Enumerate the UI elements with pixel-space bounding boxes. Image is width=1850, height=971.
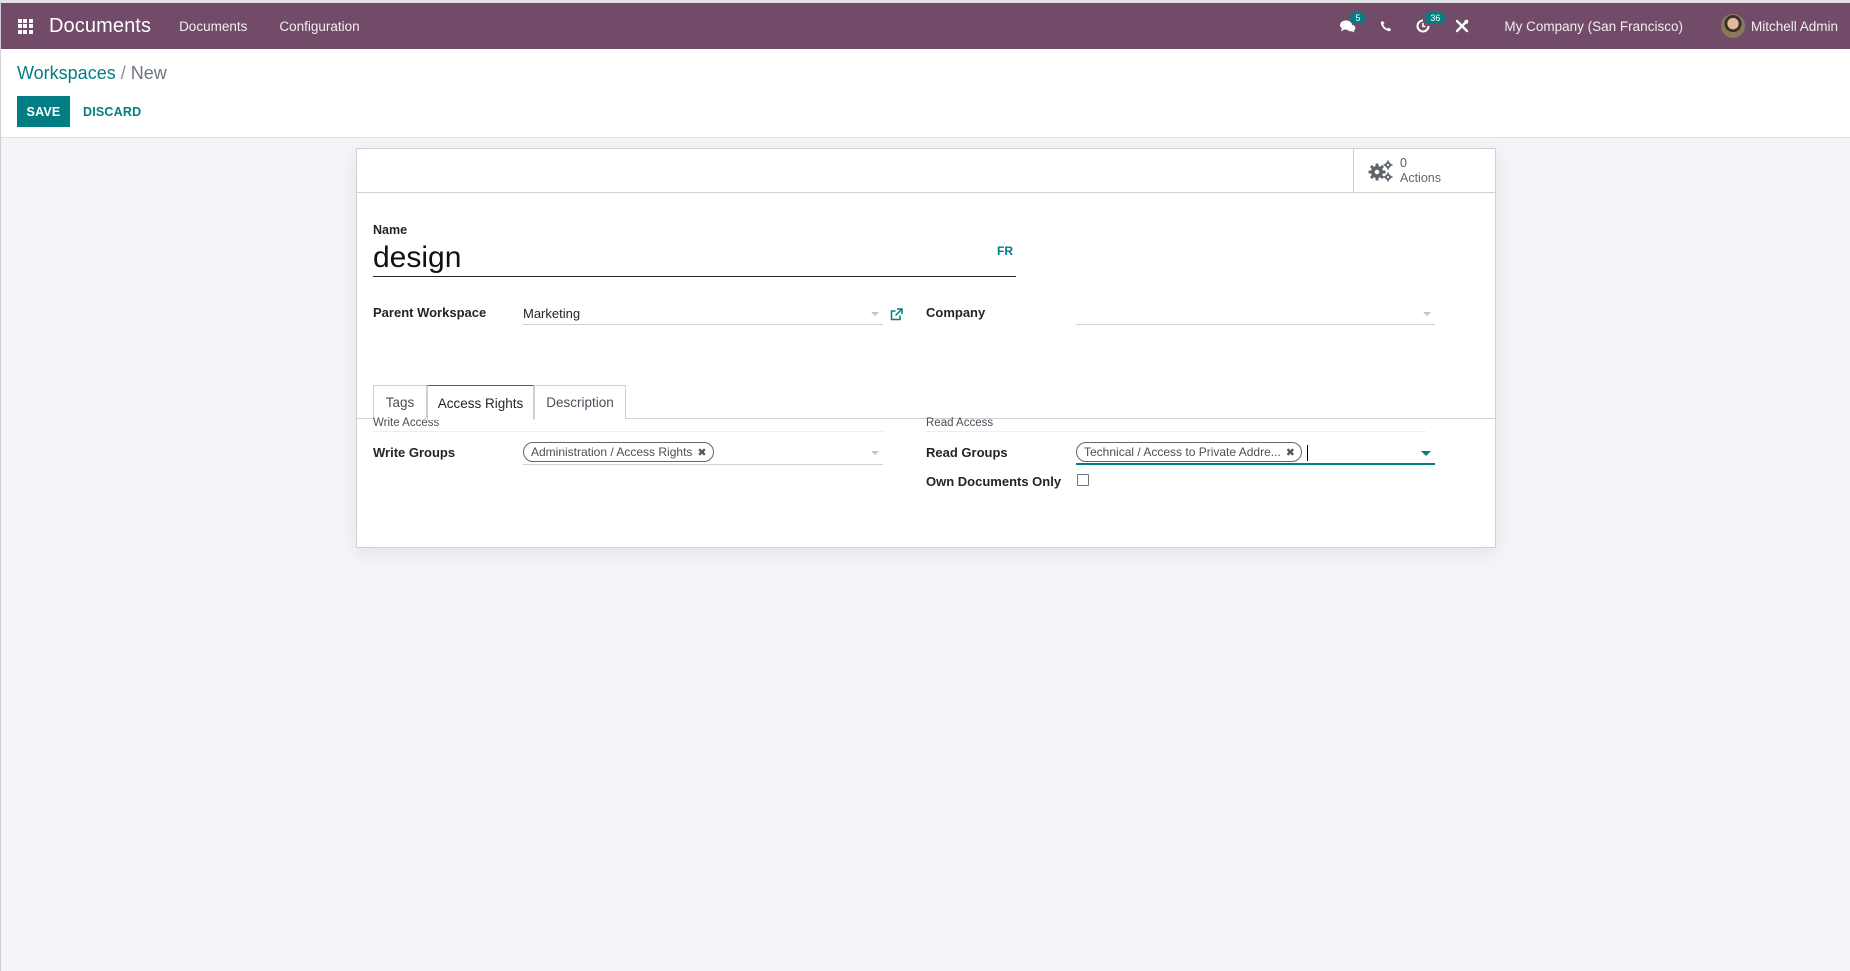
apps-menu-button[interactable] [1, 3, 49, 49]
read-group-tag-label: Technical / Access to Private Addre... [1084, 445, 1281, 459]
write-group-tag: Administration / Access Rights ✖ [523, 442, 714, 462]
breadcrumb-workspaces[interactable]: Workspaces [17, 63, 116, 83]
save-button[interactable]: SAVE [17, 96, 70, 127]
menu-documents[interactable]: Documents [179, 19, 247, 34]
read-groups-label: Read Groups [926, 445, 1008, 460]
write-group-tag-label: Administration / Access Rights [531, 445, 693, 459]
name-label: Name [373, 223, 408, 237]
breadcrumb-current: New [130, 63, 167, 83]
text-cursor [1307, 445, 1308, 461]
write-groups-field[interactable]: Administration / Access Rights ✖ [523, 442, 883, 465]
company-switcher[interactable]: My Company (San Francisco) [1504, 19, 1683, 34]
tab-access-rights[interactable]: Access Rights [427, 385, 534, 420]
translate-button[interactable]: FR [997, 244, 1013, 258]
company-field[interactable] [1076, 303, 1435, 325]
read-groups-field[interactable]: Technical / Access to Private Addre... ✖ [1076, 442, 1435, 465]
dropdown-caret-icon[interactable] [871, 312, 879, 316]
messages-count-badge: 5 [1350, 12, 1366, 24]
actions-stat-button[interactable]: 0 Actions [1353, 149, 1495, 193]
own-documents-checkbox[interactable] [1077, 474, 1089, 486]
activities-menu[interactable]: 36 [1404, 3, 1446, 49]
form-sheet: 0 Actions Name FR Parent Workspace Marke… [356, 148, 1496, 548]
gears-icon [1368, 160, 1393, 182]
user-name: Mitchell Admin [1750, 18, 1838, 34]
parent-workspace-label: Parent Workspace [373, 305, 487, 320]
phone-menu[interactable] [1368, 3, 1404, 49]
breadcrumb-separator: / [120, 63, 126, 83]
parent-workspace-field[interactable]: Marketing [523, 303, 883, 325]
name-input[interactable] [373, 240, 1016, 277]
app-name[interactable]: Documents [49, 15, 151, 38]
button-box: 0 Actions [357, 149, 1495, 193]
read-access-title: Read Access [926, 417, 1426, 432]
user-menu[interactable]: Mitchell Admin [1720, 14, 1838, 38]
read-group-tag: Technical / Access to Private Addre... ✖ [1076, 442, 1302, 462]
parent-workspace-value: Marketing [523, 306, 581, 321]
notebook-tabs: Tags Access Rights Description [357, 385, 1495, 420]
top-navbar: Documents Documents Configuration 5 36 M… [1, 3, 1850, 49]
actions-count: 0 [1400, 156, 1407, 170]
phone-icon [1381, 20, 1392, 32]
breadcrumb: Workspaces / New [17, 63, 167, 84]
messaging-menu[interactable]: 5 [1328, 3, 1368, 49]
write-groups-label: Write Groups [373, 445, 456, 460]
user-avatar [1720, 14, 1745, 38]
control-panel: Workspaces / New SAVE DISCARD [1, 49, 1850, 138]
company-label: Company [926, 305, 986, 320]
tools-icon [1456, 19, 1469, 33]
apps-grid-icon [17, 18, 33, 34]
discard-button[interactable]: DISCARD [74, 96, 150, 127]
tab-description[interactable]: Description [534, 385, 626, 419]
menu-configuration[interactable]: Configuration [279, 19, 359, 34]
actions-label: Actions [1400, 171, 1441, 185]
tab-tags-label: Tags [385, 395, 415, 410]
own-documents-label: Own Documents Only [926, 474, 1062, 489]
tab-description-label: Description [546, 395, 614, 410]
remove-tag-icon[interactable]: ✖ [697, 446, 706, 459]
dropdown-caret-icon[interactable] [1421, 451, 1431, 456]
external-link-icon[interactable] [890, 308, 903, 321]
remove-tag-icon[interactable]: ✖ [1286, 446, 1295, 459]
dropdown-caret-icon[interactable] [871, 451, 879, 455]
dropdown-caret-icon[interactable] [1423, 312, 1431, 316]
tab-tags[interactable]: Tags [373, 385, 427, 419]
tab-access-rights-label: Access Rights [437, 395, 524, 411]
debug-menu[interactable] [1442, 3, 1482, 49]
